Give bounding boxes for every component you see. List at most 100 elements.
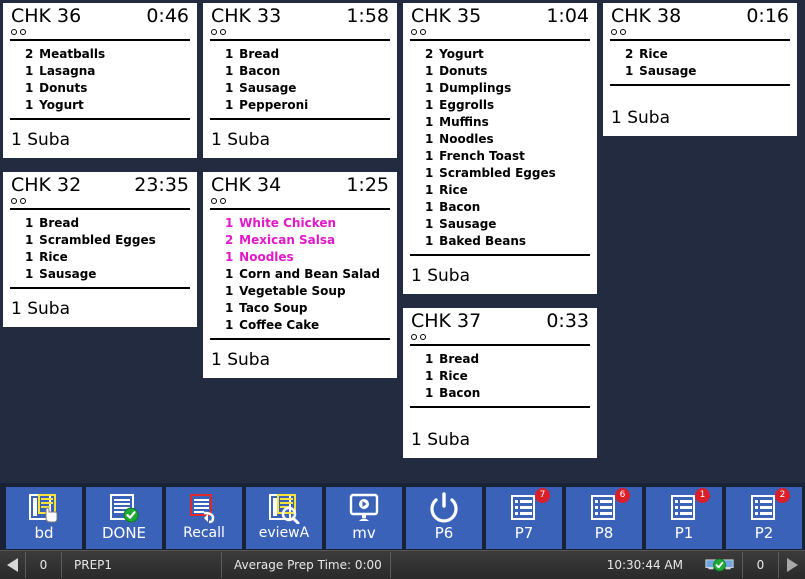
ticket-item[interactable]: 2 Mexican Salsa	[203, 232, 397, 249]
toolbar-button-bd[interactable]: bd	[6, 487, 82, 549]
ticket-item[interactable]: 1 Yogurt	[3, 97, 197, 114]
toolbar-button-icon	[166, 487, 242, 525]
ticket-item[interactable]: 1 Pepperoni	[203, 97, 397, 114]
status-bar: 0 PREP1 Average Prep Time: 0:00 10:30:44…	[0, 550, 805, 579]
ticket-item[interactable]: 1 Rice	[403, 182, 597, 199]
toolbar-button-eviewa[interactable]: eviewA	[246, 487, 322, 549]
ticket-item-qty: 1	[225, 47, 234, 61]
toolbar-button-icon: 2	[726, 487, 802, 525]
ticket-item-name: Pepperoni	[235, 98, 309, 112]
ticket-item-qty: 1	[25, 250, 34, 264]
toolbar-button-p1[interactable]: 1 P1	[646, 487, 722, 549]
kds-screen: CHK 36 0:46 2 Meatballs 1 Lasagna 1 Donuts 1 …	[0, 0, 805, 579]
ticket-item-qty: 1	[425, 234, 434, 248]
order-ticket[interactable]: CHK 33 1:58 1 Bread 1 Bacon 1 Sausage 1 Peppe…	[200, 0, 400, 161]
ticket-item[interactable]: 1 Scrambled Egges	[3, 232, 197, 249]
toolbar-button-label: mv	[352, 525, 376, 541]
ticket-item[interactable]: 1 Noodles	[403, 131, 597, 148]
ticket-item-qty: 2	[625, 47, 634, 61]
ticket-item[interactable]: 1 Scrambled Egges	[403, 165, 597, 182]
ticket-item[interactable]: 1 Corn and Bean Salad	[203, 266, 397, 283]
ticket-item-qty: 1	[225, 98, 234, 112]
ticket-item[interactable]: 1 Noodles	[203, 249, 397, 266]
ticket-item-qty: 1	[425, 115, 434, 129]
ticket-item-name: Scrambled Egges	[35, 233, 156, 247]
ticket-item[interactable]: 2 Yogurt	[403, 46, 597, 63]
ticket-item[interactable]: 1 Rice	[403, 368, 597, 385]
ticket-item-name: Corn and Bean Salad	[235, 267, 380, 281]
order-ticket[interactable]: CHK 37 0:33 1 Bread 1 Rice 1 Bacon 1 Suba	[400, 305, 600, 461]
ticket-item[interactable]: 1 French Toast	[403, 148, 597, 165]
toolbar-button-icon	[326, 487, 402, 525]
ticket-item[interactable]: 1 Baked Beans	[403, 233, 597, 250]
ticket-item[interactable]: 1 Bacon	[403, 385, 597, 402]
network-ok-icon	[697, 552, 743, 578]
toolbar-button-done[interactable]: DONE	[86, 487, 162, 549]
toolbar-button-icon: 6	[566, 487, 642, 525]
ticket-item[interactable]: 1 Taco Soup	[203, 300, 397, 317]
ticket-item[interactable]: 1 Sausage	[603, 63, 797, 80]
ticket-board: CHK 36 0:46 2 Meatballs 1 Lasagna 1 Donuts 1 …	[0, 0, 805, 470]
ticket-item[interactable]: 1 Bread	[3, 215, 197, 232]
ticket-item[interactable]: 2 Meatballs	[3, 46, 197, 63]
toolbar-button-p8[interactable]: 6 P8	[566, 487, 642, 549]
ticket-check-label: CHK 36	[11, 5, 82, 27]
toolbar-button-mv[interactable]: mv	[326, 487, 402, 549]
ticket-item[interactable]: 1 Dumplings	[403, 80, 597, 97]
ticket-item-name: Bacon	[235, 64, 281, 78]
ticket-item[interactable]: 1 Coffee Cake	[203, 317, 397, 334]
document-recall-icon	[190, 493, 215, 523]
ticket-item-name: Rice	[435, 183, 468, 197]
toolbar-button-label: P6	[434, 525, 454, 541]
ticket-item-qty: 1	[225, 81, 234, 95]
ticket-item-name: Mexican Salsa	[235, 233, 336, 247]
bottom-toolbar: bd DONE Recall eviewA mv P6 7 P7 6 P8 1 …	[0, 483, 805, 550]
ticket-item[interactable]: 1 Bacon	[203, 63, 397, 80]
toolbar-button-recall[interactable]: Recall	[166, 487, 242, 549]
ticket-item[interactable]: 1 Bread	[403, 351, 597, 368]
order-ticket[interactable]: CHK 35 1:04 2 Yogurt 1 Donuts 1 Dumplings 1 E…	[400, 0, 600, 297]
ticket-check-label: CHK 32	[11, 174, 82, 196]
ticket-column: CHK 36 0:46 2 Meatballs 1 Lasagna 1 Donuts 1 …	[0, 0, 200, 338]
ticket-item[interactable]: 1 Donuts	[403, 63, 597, 80]
ticket-check-label: CHK 37	[411, 310, 482, 332]
ticket-item-name: Sausage	[635, 64, 697, 78]
ticket-item[interactable]: 1 Bread	[203, 46, 397, 63]
ticket-item-name: Dumplings	[435, 81, 512, 95]
toolbar-button-icon: 1	[646, 487, 722, 525]
ticket-header: CHK 34 1:25	[203, 172, 397, 196]
status-next-button[interactable]	[779, 552, 805, 578]
toolbar-button-p7[interactable]: 7 P7	[486, 487, 562, 549]
ticket-column: CHK 33 1:58 1 Bread 1 Bacon 1 Sausage 1 Peppe…	[200, 0, 400, 389]
order-ticket[interactable]: CHK 32 23:35 1 Bread 1 Scrambled Egges 1 Ric…	[0, 169, 200, 330]
order-ticket[interactable]: CHK 38 0:16 2 Rice 1 Sausage 1 Suba	[600, 0, 800, 139]
ticket-item[interactable]: 1 Bacon	[403, 199, 597, 216]
ticket-footer: 1 Suba	[11, 130, 70, 150]
ticket-elapsed-time: 0:16	[746, 5, 789, 27]
toolbar-button-p6[interactable]: P6	[406, 487, 482, 549]
status-prev-button[interactable]	[0, 552, 26, 578]
toolbar-button-icon	[406, 487, 482, 525]
ticket-item[interactable]: 1 Rice	[3, 249, 197, 266]
ticket-item[interactable]: 1 Sausage	[3, 266, 197, 283]
ticket-item[interactable]: 1 Muffins	[403, 114, 597, 131]
ticket-header: CHK 33 1:58	[203, 3, 397, 27]
ticket-item[interactable]: 1 Lasagna	[3, 63, 197, 80]
ticket-item[interactable]: 1 Eggrolls	[403, 97, 597, 114]
ticket-item[interactable]: 2 Rice	[603, 46, 797, 63]
ticket-item-qty: 1	[625, 64, 634, 78]
ticket-item-name: Meatballs	[35, 47, 106, 61]
ticket-item[interactable]: 1 Vegetable Soup	[203, 283, 397, 300]
ticket-item-name: Donuts	[35, 81, 88, 95]
ticket-item[interactable]: 1 White Chicken	[203, 215, 397, 232]
order-ticket[interactable]: CHK 34 1:25 1 White Chicken 2 Mexican Salsa…	[200, 169, 400, 381]
ticket-item-name: Rice	[435, 369, 468, 383]
ticket-item[interactable]: 1 Sausage	[403, 216, 597, 233]
toolbar-button-p2[interactable]: 2 P2	[726, 487, 802, 549]
ticket-item-name: Scrambled Egges	[435, 166, 556, 180]
ticket-item[interactable]: 1 Donuts	[3, 80, 197, 97]
ticket-item[interactable]: 1 Sausage	[203, 80, 397, 97]
order-ticket[interactable]: CHK 36 0:46 2 Meatballs 1 Lasagna 1 Donuts 1 …	[0, 0, 200, 161]
ticket-item-name: French Toast	[435, 149, 525, 163]
toolbar-button-icon: 7	[486, 487, 562, 525]
